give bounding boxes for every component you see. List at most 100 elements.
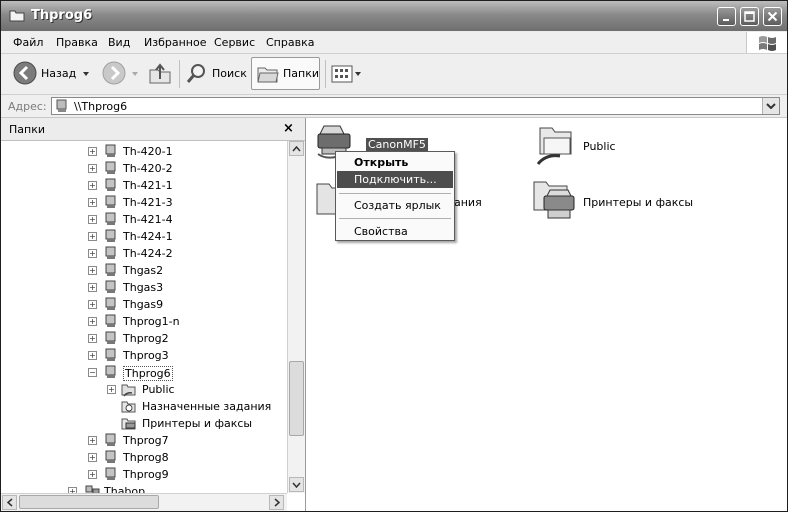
computer-icon: [105, 433, 116, 446]
context-properties[interactable]: Свойства: [337, 223, 453, 240]
back-arrow-icon: [13, 61, 37, 85]
address-label: Адрес:: [8, 100, 47, 113]
tree-horizontal-scrollbar[interactable]: [1, 493, 287, 511]
maximize-icon: [744, 11, 755, 22]
views-grid-icon: [331, 65, 353, 83]
tree-item-label: Thgas9: [123, 298, 164, 311]
folder-icon: [9, 10, 25, 22]
expand-icon[interactable]: +: [88, 334, 97, 343]
expand-icon[interactable]: +: [88, 266, 97, 275]
content-item-label: ания: [454, 196, 482, 209]
tree-vertical-scrollbar[interactable]: [287, 141, 305, 493]
collapse-icon[interactable]: −: [88, 368, 97, 377]
expand-icon[interactable]: +: [88, 317, 97, 326]
maximize-button[interactable]: [740, 7, 759, 26]
shared-folder-icon: [121, 384, 136, 397]
expand-icon[interactable]: +: [88, 215, 97, 224]
expand-icon[interactable]: +: [88, 181, 97, 190]
windows-flag-icon: [759, 36, 776, 51]
expand-icon[interactable]: +: [88, 283, 97, 292]
computer-icon: [105, 161, 116, 174]
views-button[interactable]: [329, 58, 363, 89]
computer-icon: [105, 144, 116, 157]
toolbar-separator: [325, 60, 326, 88]
search-button[interactable]: Поиск: [183, 58, 247, 89]
tree-item-label: Thprog2: [123, 332, 169, 345]
expand-icon[interactable]: +: [88, 198, 97, 207]
content-item-printers-faxes[interactable]: Принтеры и факсы: [528, 176, 748, 226]
address-bar: Адрес: \\Thprog6: [1, 95, 787, 118]
folder-tree: + Th-420-1 + Th-420-2 + Th-421-1 + Th-42…: [1, 141, 286, 493]
chevron-down-icon: [83, 72, 89, 76]
computer-icon: [105, 365, 116, 378]
horizontal-scroll-thumb[interactable]: [19, 495, 159, 509]
computer-icon: [105, 280, 116, 293]
standard-toolbar: Назад Поиск Папки: [1, 54, 787, 95]
folders-pane-title: Папки: [9, 123, 45, 136]
tree-item-label: Thgas3: [123, 281, 164, 294]
minimize-button[interactable]: [717, 7, 736, 26]
expand-icon[interactable]: +: [88, 453, 97, 462]
close-pane-button[interactable]: ×: [283, 121, 294, 136]
chevron-left-icon: [7, 498, 13, 507]
scroll-thumb[interactable]: [289, 361, 304, 436]
forward-button[interactable]: [99, 58, 141, 89]
menu-edit[interactable]: Правка: [56, 36, 98, 49]
expand-icon[interactable]: +: [88, 470, 97, 479]
content-item-label: Public: [583, 140, 616, 153]
expand-icon[interactable]: +: [88, 249, 97, 258]
menu-help[interactable]: Справка: [266, 36, 314, 49]
content-item-public[interactable]: Public: [532, 122, 732, 172]
scroll-left-button[interactable]: [2, 495, 17, 510]
title-bar: Thprog6: [1, 1, 787, 31]
context-create-shortcut[interactable]: Создать ярлык: [337, 197, 453, 214]
tree-item-label: Thabop: [104, 485, 146, 493]
tree-item-label: Public: [142, 383, 175, 396]
tree-item-label: Thgas2: [123, 264, 164, 277]
expand-icon[interactable]: +: [88, 351, 97, 360]
address-input[interactable]: \\Thprog6: [51, 97, 780, 115]
tree-item-label: Принтеры и факсы: [142, 417, 253, 430]
up-folder-button[interactable]: [145, 58, 175, 89]
scroll-right-button[interactable]: [269, 495, 284, 510]
tree-item-label: Th-421-4: [123, 213, 173, 226]
close-button[interactable]: [763, 7, 782, 26]
tree-item-label: Thprog7: [123, 434, 169, 447]
expand-icon[interactable]: +: [88, 232, 97, 241]
scroll-down-button[interactable]: [289, 477, 304, 492]
expand-icon[interactable]: +: [88, 164, 97, 173]
back-button[interactable]: Назад: [9, 58, 99, 89]
context-connect-label: Подключить...: [354, 173, 437, 186]
window-title: Thprog6: [31, 8, 93, 23]
back-label: Назад: [41, 67, 77, 80]
tree-item-label: Th-421-3: [123, 196, 173, 209]
search-label: Поиск: [212, 67, 247, 80]
menu-tools[interactable]: Сервис: [214, 36, 255, 49]
tree-item-label: Th-424-2: [123, 247, 173, 260]
menu-separator: [339, 193, 451, 194]
expand-icon[interactable]: +: [88, 147, 97, 156]
chevron-right-icon: [274, 498, 280, 507]
scheduled-tasks-icon: [121, 401, 136, 413]
expand-icon[interactable]: +: [88, 436, 97, 445]
folders-button[interactable]: Папки: [251, 57, 320, 90]
menu-view[interactable]: Вид: [108, 36, 130, 49]
context-open[interactable]: Открыть: [337, 154, 453, 171]
tree-item-label: Th-421-1: [123, 179, 173, 192]
printers-faxes-icon: [121, 418, 136, 430]
context-properties-label: Свойства: [354, 225, 408, 238]
tree-item-label: Th-424-1: [123, 230, 173, 243]
printers-faxes-icon: [533, 181, 575, 219]
menu-file[interactable]: Файл: [13, 36, 43, 49]
tree-item-label: Th-420-2: [123, 162, 173, 175]
chevron-down-icon: [292, 482, 301, 488]
menu-favorites[interactable]: Избранное: [144, 36, 206, 49]
computer-icon: [105, 195, 116, 208]
expand-icon[interactable]: +: [107, 385, 116, 394]
scroll-up-button[interactable]: [289, 141, 304, 156]
expand-icon[interactable]: +: [88, 300, 97, 309]
address-dropdown-button[interactable]: [762, 98, 779, 114]
menu-separator: [339, 218, 451, 219]
computer-icon: [105, 212, 116, 225]
context-connect[interactable]: Подключить...: [337, 171, 453, 188]
